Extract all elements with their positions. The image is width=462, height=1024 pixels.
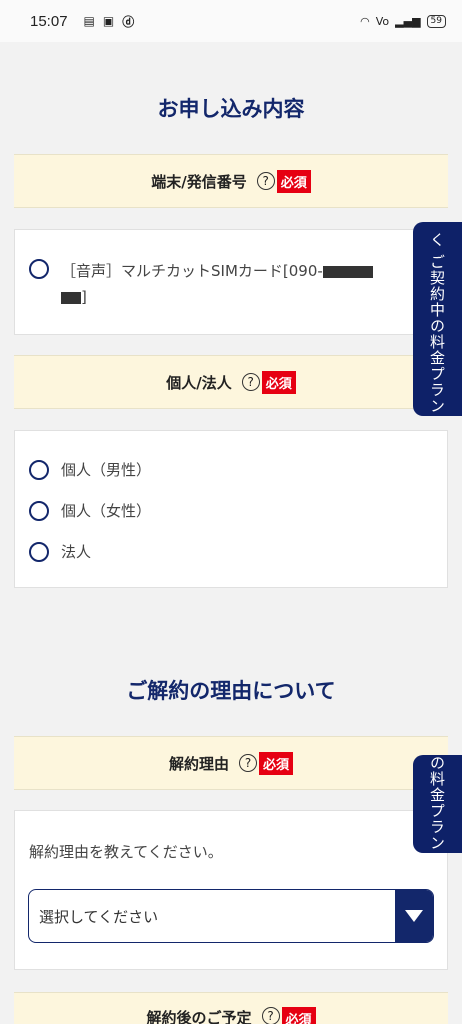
current-plan-side-tab-ghost[interactable]: の料金プラン: [413, 755, 462, 853]
docomo-icon: ⓓ: [122, 14, 135, 29]
option-label: 法人: [61, 543, 92, 561]
app-icon: ▣: [102, 14, 115, 28]
help-icon[interactable]: ?: [256, 172, 275, 190]
status-bar: 15:07 ▤ ▣ ⓓ ◠ Vo ▂▄▆ 59: [0, 0, 462, 42]
section-title-application: お申し込み内容: [157, 97, 305, 121]
wifi-icon: ◠: [360, 14, 370, 28]
terminal-option-text: ［音声］マルチカットSIMカード[090-: [61, 262, 323, 280]
reason-select[interactable]: 選択してください: [28, 889, 434, 943]
battery-icon: 59: [426, 14, 446, 28]
help-icon[interactable]: ?: [239, 754, 257, 772]
person-option-corporate[interactable]: 法人: [29, 541, 433, 562]
volte-icon: Vo: [375, 14, 390, 28]
help-icon[interactable]: ?: [261, 1007, 280, 1024]
dropdown-arrow-icon[interactable]: [395, 890, 433, 942]
required-badge: 必須: [281, 1007, 316, 1024]
terminal-label: 端末/発信番号: [151, 172, 247, 191]
radio-button[interactable]: [29, 259, 49, 279]
reason-label-bar: 解約理由 ? 必須: [14, 736, 448, 790]
status-right: ◠ Vo ▂▄▆ 59: [360, 14, 446, 28]
terminal-option-label: ［音声］マルチカットSIMカード[090- ]: [61, 258, 373, 310]
terminal-option-suffix: ]: [81, 288, 87, 306]
terminal-options-card: ［音声］マルチカットSIMカード[090- ]: [14, 229, 448, 335]
person-label: 個人/法人: [166, 373, 232, 392]
redacted-number: [322, 265, 373, 278]
required-badge: 必須: [261, 370, 296, 394]
after-label: 解約後のご予定: [146, 1009, 252, 1024]
option-label: 個人（女性）: [61, 502, 152, 520]
radio-button[interactable]: [29, 460, 49, 480]
radio-button[interactable]: [29, 542, 49, 562]
reason-prompt: 解約理由を教えてください。: [29, 843, 223, 861]
person-options-card: 個人（男性） 個人（女性） 法人: [14, 430, 448, 588]
reason-label: 解約理由: [168, 754, 229, 773]
message-icon: ▤: [83, 14, 95, 28]
required-badge: 必須: [276, 169, 311, 193]
section-title-reason: ご解約の理由について: [126, 679, 336, 703]
current-plan-side-tab[interactable]: く ご契約中の料金プラン: [413, 222, 462, 416]
reason-select-value: 選択してください: [39, 907, 159, 926]
option-label: 個人（男性）: [61, 461, 152, 479]
person-option-female[interactable]: 個人（女性）: [29, 500, 433, 521]
help-icon[interactable]: ?: [241, 373, 260, 391]
signal-icon: ▂▄▆: [395, 14, 421, 28]
after-label-bar: 解約後のご予定 ? 必須: [14, 992, 448, 1024]
required-badge: 必須: [259, 751, 294, 775]
person-option-male[interactable]: 個人（男性）: [29, 459, 433, 480]
terminal-label-bar: 端末/発信番号 ? 必須: [14, 154, 448, 208]
person-label-bar: 個人/法人 ? 必須: [14, 355, 448, 409]
radio-button[interactable]: [29, 501, 49, 521]
redacted-number: [61, 291, 81, 304]
status-time: 15:07: [30, 12, 68, 30]
terminal-option[interactable]: ［音声］マルチカットSIMカード[090- ]: [29, 258, 407, 310]
